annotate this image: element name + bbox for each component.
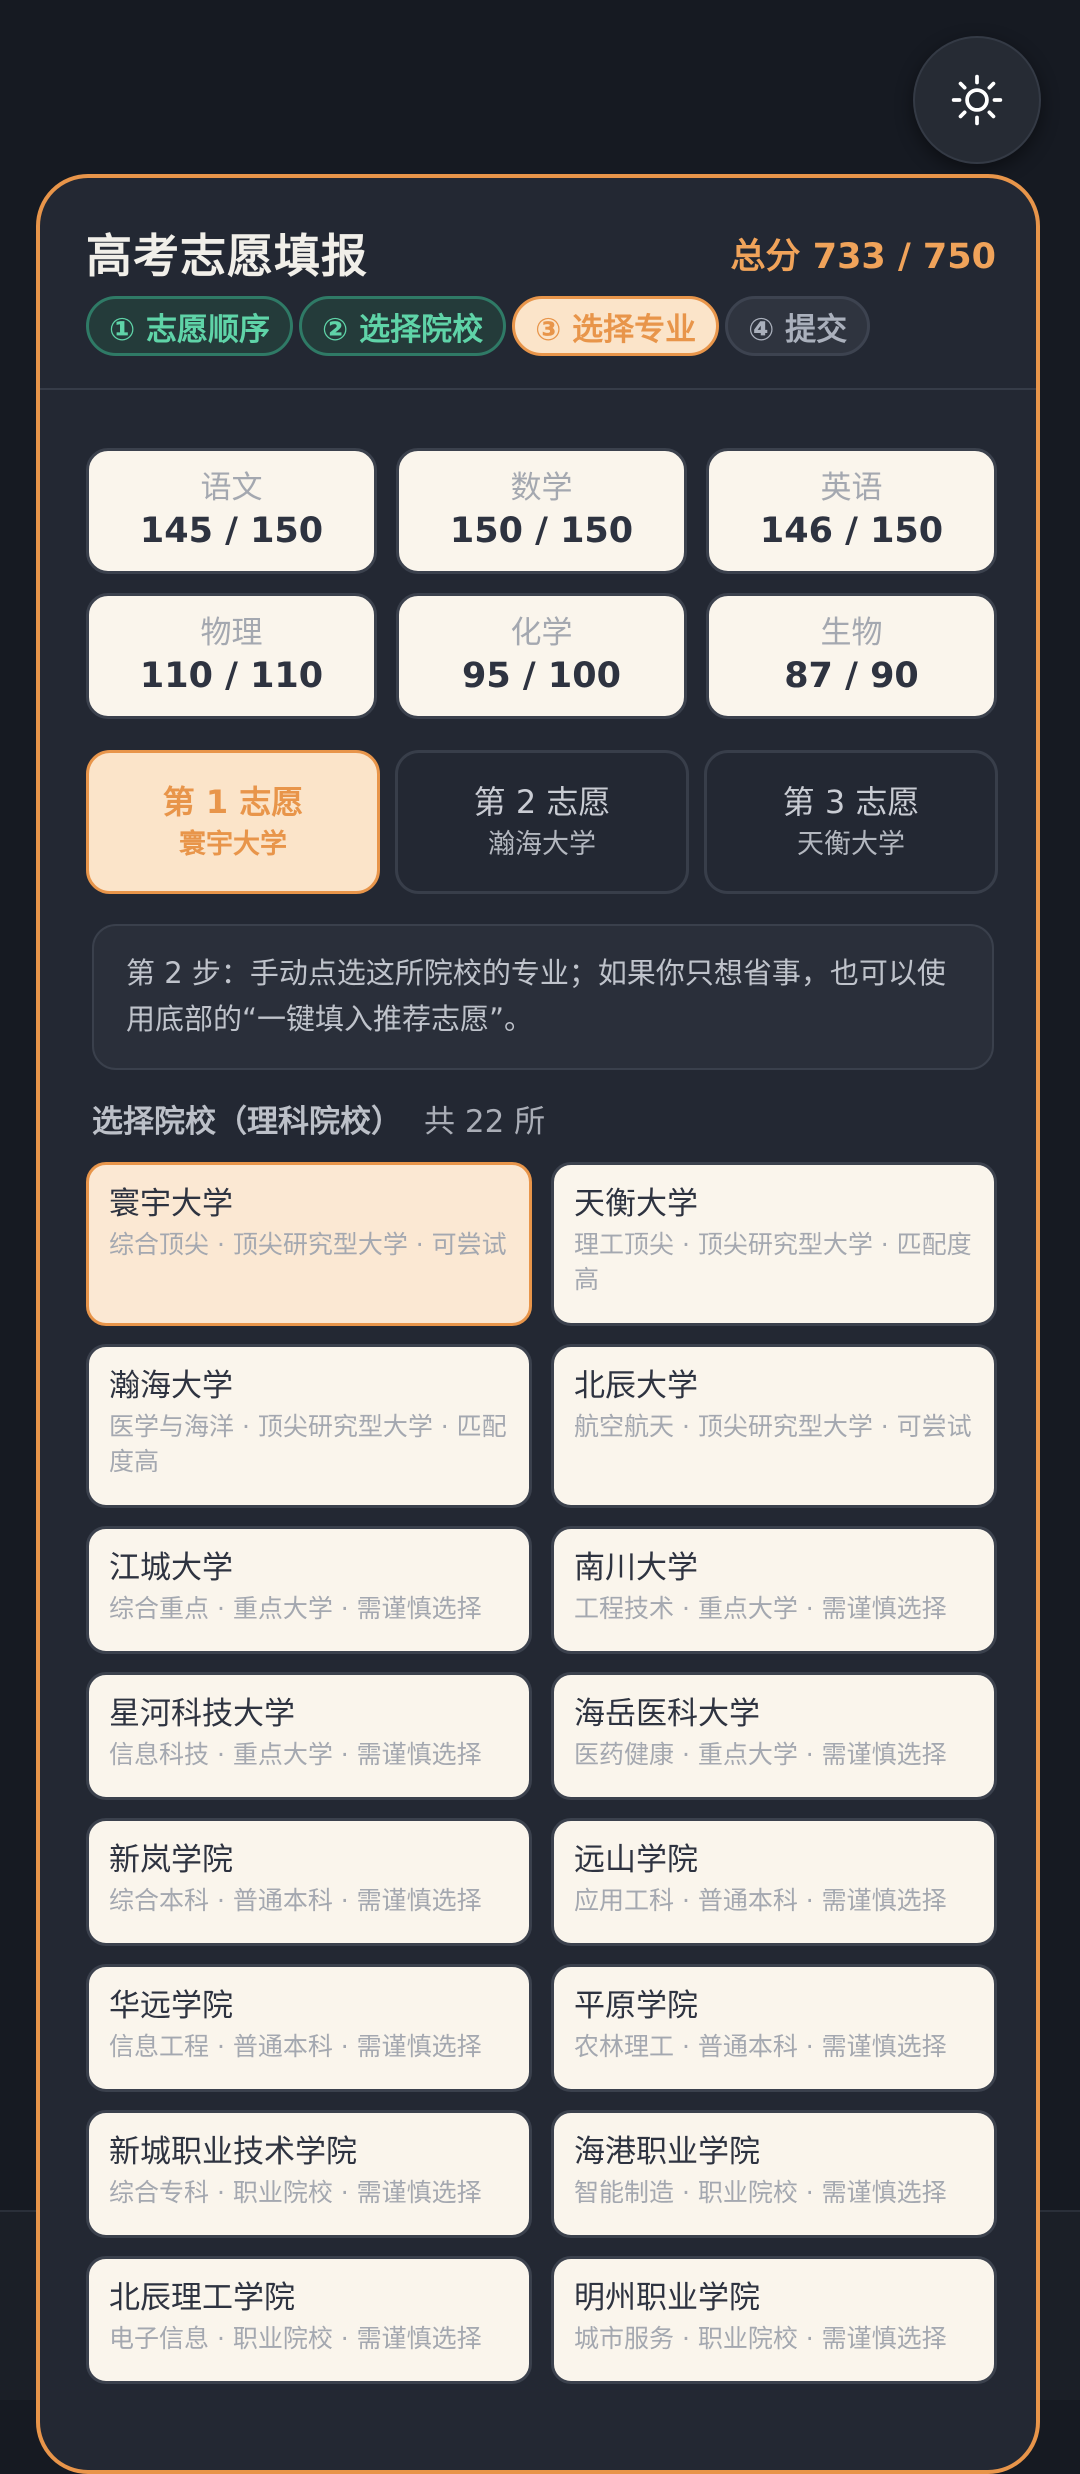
score-card-biology: 生物 87 / 90	[706, 593, 997, 719]
school-name: 新城职业技术学院	[109, 2134, 357, 2170]
school-meta: 医药健康 · 重点大学 · 需谨慎选择	[574, 1740, 947, 1769]
school-name: 寰宇大学	[109, 1186, 233, 1222]
score-card-english: 英语 146 / 150	[706, 448, 997, 574]
score-card-chinese: 语文 145 / 150	[86, 448, 377, 574]
school-meta: 综合专科 · 职业院校 · 需谨慎选择	[109, 2178, 482, 2207]
school-name: 海岳医科大学	[574, 1696, 760, 1732]
school-meta: 综合重点 · 重点大学 · 需谨慎选择	[109, 1594, 482, 1623]
school-name: 海港职业学院	[574, 2134, 760, 2170]
school-card[interactable]: 天衡大学 理工顶尖 · 顶尖研究型大学 · 匹配度高	[551, 1162, 997, 1326]
score-subject: 物理	[200, 615, 263, 651]
step-order[interactable]: ① 志愿顺序	[86, 296, 294, 356]
page-title: 高考志愿填报	[86, 229, 368, 283]
score-value: 145 / 150	[139, 511, 324, 551]
school-grid: 寰宇大学 综合顶尖 · 顶尖研究型大学 · 可尝试 天衡大学 理工顶尖 · 顶尖…	[86, 1162, 998, 2384]
school-card[interactable]: 北辰大学 航空航天 · 顶尖研究型大学 · 可尝试	[551, 1344, 997, 1508]
score-card-math: 数学 150 / 150	[396, 448, 687, 574]
school-meta: 信息工程 · 普通本科 · 需谨慎选择	[109, 2032, 482, 2061]
school-card[interactable]: 星河科技大学 信息科技 · 重点大学 · 需谨慎选择	[86, 1672, 532, 1800]
school-card[interactable]: 江城大学 综合重点 · 重点大学 · 需谨慎选择	[86, 1526, 532, 1654]
choice-school: 天衡大学	[797, 829, 905, 860]
school-meta: 城市服务 · 职业院校 · 需谨慎选择	[574, 2324, 947, 2353]
school-meta: 智能制造 · 职业院校 · 需谨慎选择	[574, 2178, 947, 2207]
step-tabs: ① 志愿顺序 ② 选择院校 ③ 选择专业 ④ 提交	[86, 296, 871, 356]
step-select-major[interactable]: ③ 选择专业	[512, 296, 720, 356]
school-card[interactable]: 海岳医科大学 医药健康 · 重点大学 · 需谨慎选择	[551, 1672, 997, 1800]
choice-title: 第 3 志愿	[782, 783, 920, 821]
section-title: 选择院校（理科院校）	[92, 1104, 402, 1140]
school-meta: 农林理工 · 普通本科 · 需谨慎选择	[574, 2032, 947, 2061]
school-meta: 应用工科 · 普通本科 · 需谨慎选择	[574, 1886, 947, 1915]
school-name: 明州职业学院	[574, 2280, 760, 2316]
choice-tab-2[interactable]: 第 2 志愿 瀚海大学	[395, 750, 689, 894]
score-value: 95 / 100	[462, 656, 621, 696]
school-card[interactable]: 平原学院 农林理工 · 普通本科 · 需谨慎选择	[551, 1964, 997, 2092]
hint-box: 第 2 步：手动点选这所院校的专业；如果你只想省事，也可以使用底部的“一键填入推…	[92, 924, 994, 1070]
score-grid: 语文 145 / 150 数学 150 / 150 英语 146 / 150 物…	[86, 448, 998, 719]
school-meta: 综合本科 · 普通本科 · 需谨慎选择	[109, 1886, 482, 1915]
school-name: 南川大学	[574, 1550, 698, 1586]
school-name: 新岚学院	[109, 1842, 233, 1878]
score-card-chemistry: 化学 95 / 100	[396, 593, 687, 719]
choice-tabs: 第 1 志愿 寰宇大学 第 2 志愿 瀚海大学 第 3 志愿 天衡大学	[86, 750, 998, 894]
score-value: 87 / 90	[784, 656, 919, 696]
school-card[interactable]: 瀚海大学 医学与海洋 · 顶尖研究型大学 · 匹配度高	[86, 1344, 532, 1508]
school-meta: 信息科技 · 重点大学 · 需谨慎选择	[109, 1740, 482, 1769]
school-card[interactable]: 华远学院 信息工程 · 普通本科 · 需谨慎选择	[86, 1964, 532, 2092]
school-meta: 理工顶尖 · 顶尖研究型大学 · 匹配度高	[574, 1230, 972, 1294]
sun-icon	[951, 74, 1003, 126]
choice-tab-1[interactable]: 第 1 志愿 寰宇大学	[86, 750, 380, 894]
school-card[interactable]: 远山学院 应用工科 · 普通本科 · 需谨慎选择	[551, 1818, 997, 1946]
step-submit[interactable]: ④ 提交	[725, 296, 871, 356]
school-meta: 医学与海洋 · 顶尖研究型大学 · 匹配度高	[109, 1412, 507, 1476]
school-card[interactable]: 寰宇大学 综合顶尖 · 顶尖研究型大学 · 可尝试	[86, 1162, 532, 1326]
school-name: 北辰大学	[574, 1368, 698, 1404]
choice-school: 瀚海大学	[488, 829, 596, 860]
score-subject: 生物	[820, 615, 883, 651]
school-name: 星河科技大学	[109, 1696, 295, 1732]
school-name: 华远学院	[109, 1988, 233, 2024]
score-subject: 英语	[820, 470, 883, 506]
score-subject: 化学	[510, 615, 573, 651]
school-name: 江城大学	[109, 1550, 233, 1586]
school-card[interactable]: 新城职业技术学院 综合专科 · 职业院校 · 需谨慎选择	[86, 2110, 532, 2238]
score-subject: 数学	[510, 470, 573, 506]
panel-header: 高考志愿填报 总分 733 / 750 ① 志愿顺序 ② 选择院校 ③ 选择专业…	[40, 178, 1036, 390]
school-card[interactable]: 新岚学院 综合本科 · 普通本科 · 需谨慎选择	[86, 1818, 532, 1946]
total-score: 总分 733 / 750	[730, 237, 996, 277]
choice-tab-3[interactable]: 第 3 志愿 天衡大学	[704, 750, 998, 894]
score-value: 146 / 150	[759, 511, 944, 551]
school-meta: 电子信息 · 职业院校 · 需谨慎选择	[109, 2324, 482, 2353]
school-meta: 航空航天 · 顶尖研究型大学 · 可尝试	[574, 1412, 972, 1441]
main-panel: 高考志愿填报 总分 733 / 750 ① 志愿顺序 ② 选择院校 ③ 选择专业…	[36, 174, 1040, 2474]
score-subject: 语文	[200, 470, 263, 506]
school-name: 平原学院	[574, 1988, 698, 2024]
score-card-physics: 物理 110 / 110	[86, 593, 377, 719]
school-card[interactable]: 海港职业学院 智能制造 · 职业院校 · 需谨慎选择	[551, 2110, 997, 2238]
school-card[interactable]: 北辰理工学院 电子信息 · 职业院校 · 需谨慎选择	[86, 2256, 532, 2384]
school-name: 北辰理工学院	[109, 2280, 295, 2316]
score-value: 150 / 150	[449, 511, 634, 551]
theme-toggle-button[interactable]	[913, 36, 1041, 164]
section-count: 共 22 所	[424, 1104, 546, 1140]
school-meta: 工程技术 · 重点大学 · 需谨慎选择	[574, 1594, 947, 1623]
school-name: 瀚海大学	[109, 1368, 233, 1404]
school-card[interactable]: 明州职业学院 城市服务 · 职业院校 · 需谨慎选择	[551, 2256, 997, 2384]
score-value: 110 / 110	[139, 656, 324, 696]
school-name: 天衡大学	[574, 1186, 698, 1222]
choice-title: 第 1 志愿	[162, 783, 304, 821]
school-name: 远山学院	[574, 1842, 698, 1878]
school-meta: 综合顶尖 · 顶尖研究型大学 · 可尝试	[109, 1230, 507, 1259]
school-card[interactable]: 南川大学 工程技术 · 重点大学 · 需谨慎选择	[551, 1526, 997, 1654]
step-select-school[interactable]: ② 选择院校	[299, 296, 507, 356]
schools-section-heading: 选择院校（理科院校） 共 22 所	[92, 1096, 545, 1141]
choice-school: 寰宇大学	[179, 829, 287, 860]
choice-title: 第 2 志愿	[473, 783, 611, 821]
